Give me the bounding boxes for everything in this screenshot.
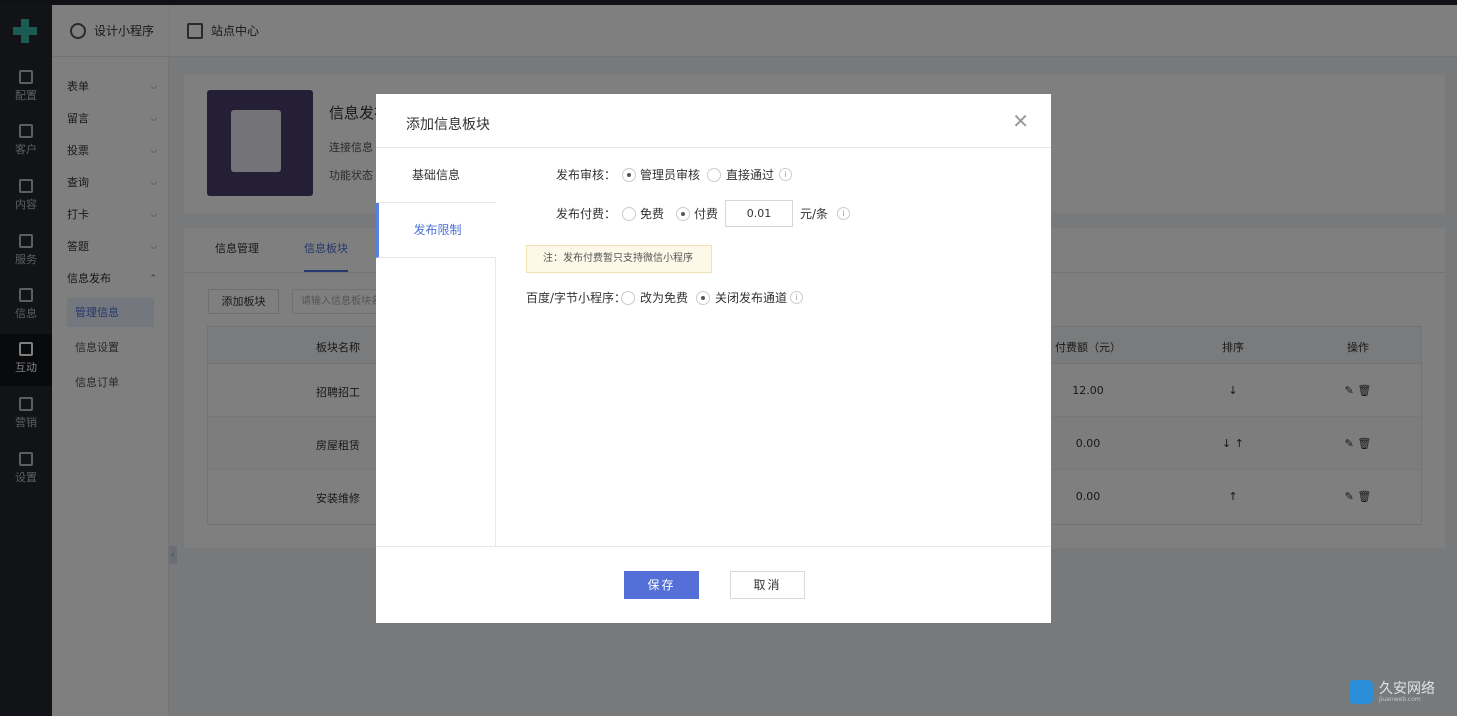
radio-paid[interactable] bbox=[676, 207, 690, 221]
radio-admin-review[interactable] bbox=[622, 168, 636, 182]
watermark-logo-icon bbox=[1349, 680, 1373, 704]
watermark-text: 久安网络 bbox=[1379, 681, 1435, 697]
dialog-side-nav: 基础信息 发布限制 bbox=[376, 148, 496, 546]
radio-label: 改为免费 bbox=[640, 291, 689, 305]
save-button[interactable]: 保存 bbox=[624, 571, 699, 599]
watermark-sub: jiuanweb.com bbox=[1379, 696, 1421, 703]
watermark: 久安网络 jiuanweb.com bbox=[1349, 678, 1439, 706]
add-block-dialog: 添加信息板块 ✕ 基础信息 发布限制 发布审核： 管理员审核 直接通过 i 发布… bbox=[376, 94, 1051, 623]
info-icon[interactable]: i bbox=[790, 291, 803, 304]
info-icon[interactable]: i bbox=[779, 168, 792, 181]
review-label: 发布审核： bbox=[555, 168, 616, 182]
unit-label: 元/条 bbox=[800, 207, 829, 221]
divider bbox=[376, 546, 1051, 547]
radio-direct-pass[interactable] bbox=[707, 168, 721, 182]
info-icon[interactable]: i bbox=[837, 207, 850, 220]
baidu-label: 百度/字节小程序： bbox=[526, 291, 627, 305]
radio-label: 关闭发布通道 bbox=[715, 291, 788, 305]
radio-label: 付费 bbox=[694, 207, 719, 221]
radio-close-channel[interactable] bbox=[696, 291, 710, 305]
tab-publish-limit[interactable]: 发布限制 bbox=[376, 203, 496, 258]
tab-basic-info[interactable]: 基础信息 bbox=[376, 148, 496, 203]
dialog-title: 添加信息板块 bbox=[406, 117, 490, 133]
fee-label: 发布付费： bbox=[555, 207, 616, 221]
price-input[interactable]: 0.01 bbox=[725, 200, 793, 227]
radio-label: 免费 bbox=[640, 207, 665, 221]
radio-set-free[interactable] bbox=[621, 291, 635, 305]
radio-label: 管理员审核 bbox=[640, 168, 701, 182]
close-icon[interactable]: ✕ bbox=[1012, 111, 1029, 131]
payment-note: 注：发布付费暂只支持微信小程序 bbox=[526, 245, 712, 273]
radio-label: 直接通过 bbox=[726, 168, 775, 182]
radio-free[interactable] bbox=[622, 207, 636, 221]
cancel-button[interactable]: 取消 bbox=[730, 571, 805, 599]
